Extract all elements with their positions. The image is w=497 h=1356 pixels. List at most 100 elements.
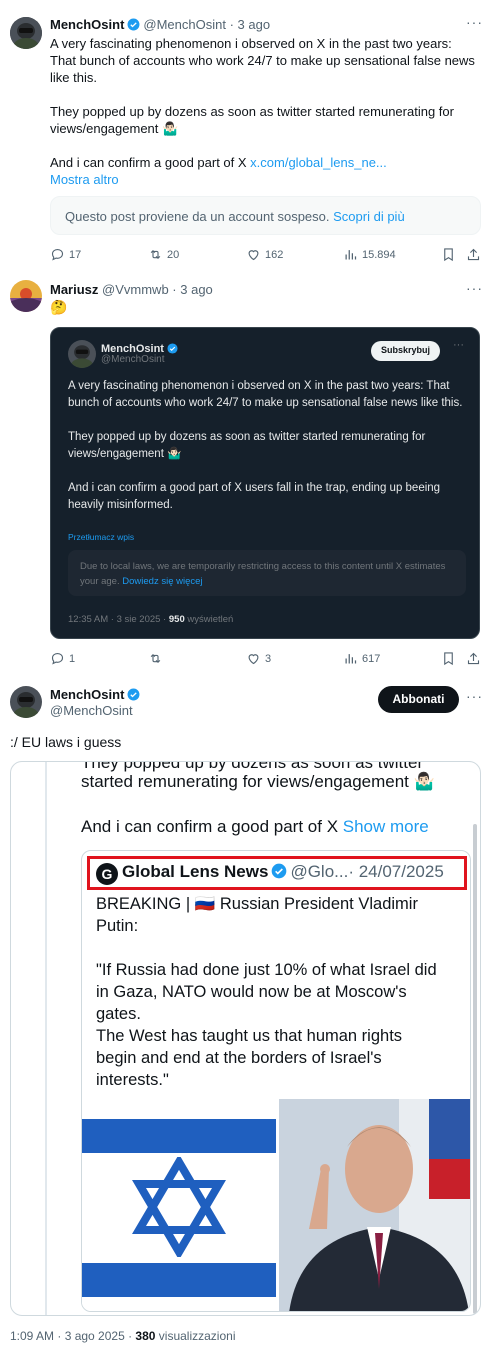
inner-author-handle: @Glo... [290,862,349,881]
share-icon [467,248,480,261]
like-button[interactable]: 162 [246,247,283,262]
inner-quote-line-6: interests." [96,1071,169,1089]
reply-button[interactable]: 1 [50,651,75,666]
avatar-sunset-icon [10,280,42,312]
more-options-icon[interactable]: ··· [466,14,483,30]
heart-icon [248,654,259,665]
post-text: 🤔 [50,299,68,315]
reply-button[interactable]: 17 [50,247,81,262]
card-restriction-notice: Due to local laws, we are temporarily re… [68,550,466,596]
inner-quote-line-2: in Gaza, NATO would now be at Moscow's [96,983,407,1001]
verified-badge-icon [127,688,140,701]
image-text-line-2: started remunerating for views/engagemen… [81,772,435,791]
reply-count: 1 [69,652,76,665]
more-options-icon[interactable]: ··· [466,280,483,296]
views-chart-icon [345,654,357,664]
post-text: :/ EU laws i guess [10,734,122,750]
avatar[interactable] [10,280,42,312]
author-name[interactable]: MenchOsint [50,687,124,702]
repost-count: 20 [167,248,180,261]
like-count: 3 [265,652,272,665]
card-text-paragraph-3: And i can confirm a good part of X users… [68,482,441,511]
suspended-notice: Questo post proviene da un account sospe… [50,196,481,235]
image-text-line-3: And i can confirm a good part of X [81,817,343,836]
avatar-soldier-icon [10,686,42,718]
bookmark-icon [444,652,453,666]
verified-badge-icon [127,18,140,31]
verified-badge-icon [167,343,178,354]
inner-post-date: · 24/07/2025 [348,862,444,881]
author-name[interactable]: Mariusz [50,282,98,297]
avatar-soldier-icon [10,17,42,49]
inner-text-line-2: Putin: [96,917,139,935]
author-handle[interactable]: @Vvmmwb [102,282,169,297]
reply-count: 17 [69,248,82,261]
translate-link: Przetłumacz wpis [68,532,135,542]
post-text-paragraph-1: A very fascinating phenomenon i observed… [50,36,475,85]
inner-author-name: Global Lens News [122,862,269,881]
card-more-options-icon: ··· [453,339,464,351]
repost-button[interactable]: 20 [148,247,179,262]
putin-photo-image [279,1099,470,1311]
post-timestamp[interactable]: 1:09 AM · 3 ago 2025 · [10,1329,135,1343]
card-meta-views-label: wyświetleń [184,614,234,625]
show-more-link[interactable]: Mostra altro [50,171,480,188]
card-meta-time: 12:35 AM · 3 sie 2025 · [68,614,169,625]
suspended-notice-text: Questo post proviene da un account sospe… [65,209,330,224]
post-time[interactable]: 3 ago [238,17,271,32]
star-of-david-icon [132,1157,226,1257]
reply-icon [51,652,64,665]
reply-icon [51,248,64,261]
card-author-handle: @MenchOsint [101,354,165,365]
bookmark-button[interactable] [441,247,460,262]
share-button[interactable] [466,651,485,666]
views-chart-icon [345,250,357,260]
card-learn-more-link: Dowiedz się więcej [122,576,203,587]
person-silhouette-icon [289,1125,469,1311]
card-text-paragraph-2: They popped up by dozens as soon as twit… [68,431,426,460]
card-meta-views: 950 [168,614,185,625]
verified-badge-icon [272,863,287,879]
views-button[interactable]: 15.894 [343,247,396,262]
like-count: 162 [265,248,284,261]
author-name[interactable]: MenchOsint [50,17,124,32]
embedded-dark-screenshot[interactable]: MenchOsint @MenchOsint Subskrybuj ··· A … [50,327,480,639]
inner-quote-line-5: begin and end at the borders of Israel's [96,1049,382,1067]
image-show-more: Show more [342,817,429,836]
views-button[interactable]: 617 [343,651,380,666]
card-avatar [68,340,96,368]
learn-more-link[interactable]: Scopri di più [333,209,405,224]
bookmark-icon [444,248,453,262]
share-button[interactable] [466,247,485,262]
views-count: 15.894 [362,248,396,261]
views-count: 617 [362,652,381,665]
share-icon [467,652,480,665]
repost-icon [150,249,161,260]
repost-button[interactable] [148,651,167,666]
israel-flag-image [82,1099,276,1311]
post-link[interactable]: x.com/global_lens_ne... [250,155,387,170]
post-image[interactable]: They popped up by dozens as soon as twit… [10,761,481,1316]
more-options-icon[interactable]: ··· [466,688,483,704]
subscribe-button[interactable]: Abbonati [378,686,459,713]
avatar-soldier-icon [68,340,96,368]
avatar[interactable] [10,686,42,718]
views-label: visualizzazioni [155,1329,236,1343]
avatar[interactable] [10,17,42,49]
author-handle[interactable]: @MenchOsint [143,17,226,32]
inner-quote-line-4: The West has taught us that human rights [96,1027,403,1045]
global-lens-logo-icon: G [96,863,118,885]
heart-icon [248,250,259,261]
post-text-paragraph-2: They popped up by dozens as soon as twit… [50,104,454,136]
inner-quoted-post: G Global Lens News @Glo...· 24/07/2025 BR… [81,850,471,1312]
author-handle[interactable]: @MenchOsint [50,703,133,718]
subscribe-button: Subskrybuj [371,341,441,361]
inner-text-line-1: BREAKING | 🇷🇺 Russian President Vladimir [96,895,418,913]
post-time[interactable]: 3 ago [180,282,213,297]
inner-quote-line-3: gates. [96,1005,141,1023]
like-button[interactable]: 3 [246,651,271,666]
bookmark-button[interactable] [441,651,460,666]
views-count: 380 [135,1329,156,1343]
inner-quote-line-1: "If Russia had done just 10% of what Isr… [96,961,437,979]
repost-icon [150,653,161,664]
